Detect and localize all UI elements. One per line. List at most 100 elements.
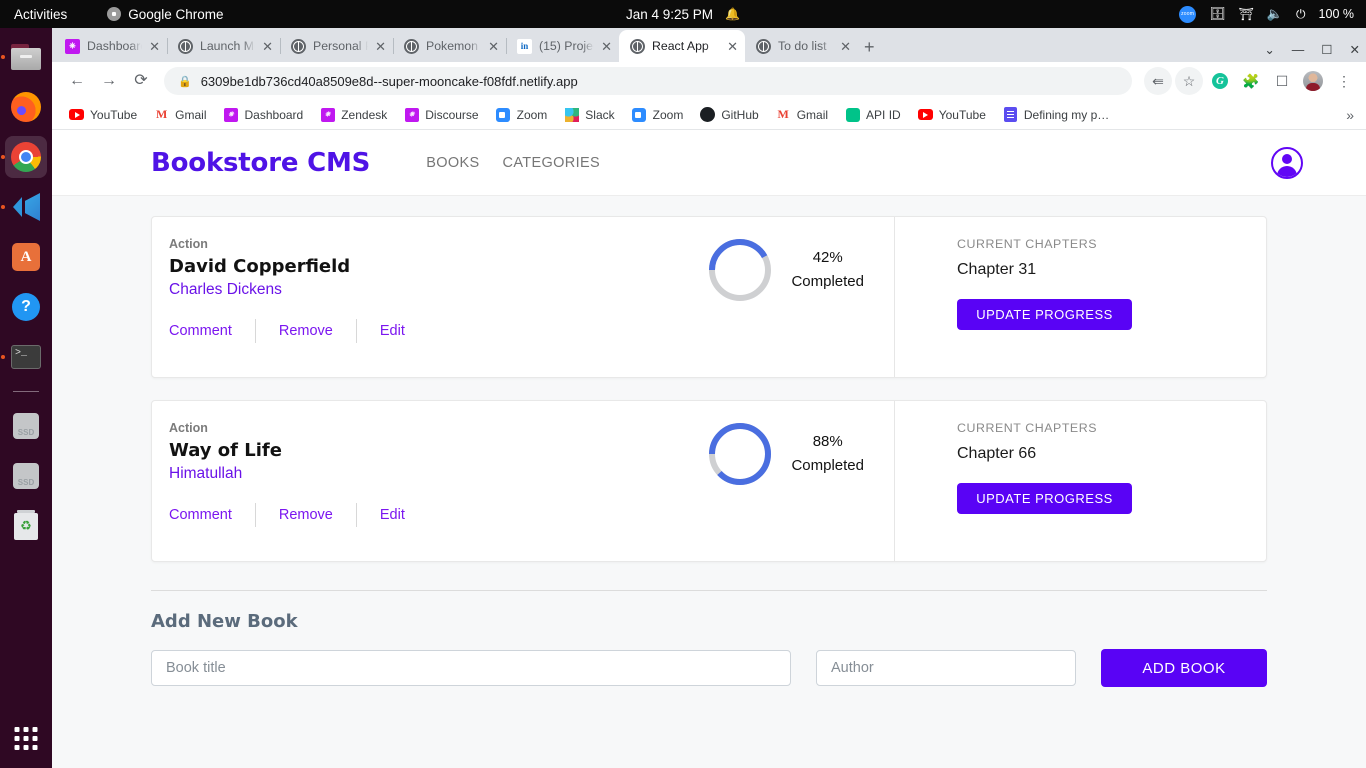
add-book-button[interactable]: ADD BOOK xyxy=(1101,649,1267,687)
add-new-book-heading: Add New Book xyxy=(151,611,298,632)
browser-tab-launch-meeting[interactable]: Launch Meeti ✕ xyxy=(167,30,281,62)
forward-icon[interactable]: → xyxy=(96,73,122,89)
bookmark-label: Zendesk xyxy=(341,107,388,122)
comment-button[interactable]: Comment xyxy=(169,323,255,339)
share-icon[interactable]: ⇚ xyxy=(1144,67,1172,95)
back-icon[interactable]: ← xyxy=(64,73,90,89)
address-bar[interactable]: 🔒 6309be1db736cd40a8509e8d--super-moonca… xyxy=(164,67,1132,95)
bookmarks-overflow-icon[interactable]: » xyxy=(1346,107,1358,123)
bookmark-dashboard[interactable]: ⎈ Dashboard xyxy=(217,104,311,125)
notifications-bell-icon[interactable]: 🔔 xyxy=(725,7,740,21)
bookmark-api-id[interactable]: API ID xyxy=(838,104,908,125)
browser-tab-dashboard[interactable]: ⎈ Dashboard ✕ xyxy=(54,30,168,62)
book-info: Action Way of Life Himatullah Comment Re… xyxy=(152,401,894,561)
bookmark-gmail[interactable]: M Gmail xyxy=(147,104,213,125)
book-title-input[interactable] xyxy=(151,650,791,686)
show-applications-button[interactable] xyxy=(14,727,38,750)
dock-item-vscode[interactable] xyxy=(1,186,47,228)
bookmark-zoom-2[interactable]: Zoom xyxy=(625,104,691,125)
close-icon[interactable]: ✕ xyxy=(149,40,160,53)
update-progress-button[interactable]: UPDATE PROGRESS xyxy=(957,483,1132,514)
dock-item-firefox[interactable] xyxy=(5,86,47,128)
edit-button[interactable]: Edit xyxy=(380,323,428,339)
close-window-button[interactable]: ✕ xyxy=(1350,42,1360,57)
bookmark-slack[interactable]: Slack xyxy=(557,104,621,125)
comment-button[interactable]: Comment xyxy=(169,507,255,523)
progress-text: 88% Completed xyxy=(791,430,864,478)
browser-tab-to-do-list[interactable]: To do list ✕ xyxy=(745,30,858,62)
chrome-icon xyxy=(107,7,122,21)
globe-icon xyxy=(291,38,306,54)
tab-search-chevron-icon[interactable]: ⌄ xyxy=(1264,42,1274,57)
edit-button[interactable]: Edit xyxy=(380,507,428,523)
bookmark-star-icon[interactable]: ☆ xyxy=(1175,67,1203,95)
remove-button[interactable]: Remove xyxy=(279,507,356,523)
action-divider xyxy=(355,503,357,527)
close-icon[interactable]: ✕ xyxy=(262,40,273,53)
extensions-puzzle-icon[interactable]: 🧩 xyxy=(1237,67,1265,95)
browser-tab-personal-portfolio[interactable]: Personal Port ✕ xyxy=(280,30,394,62)
battery-icon[interactable]: ⏻ xyxy=(1296,7,1306,22)
dock-item-ssd-1[interactable]: SSD xyxy=(5,405,47,447)
grammarly-icon[interactable]: G xyxy=(1206,67,1234,95)
ssd-drive-icon: SSD xyxy=(13,463,39,489)
screencast-icon[interactable]: 🗄 xyxy=(1209,6,1226,22)
close-icon[interactable]: ✕ xyxy=(727,40,738,53)
dock-item-ubuntu-software[interactable]: A xyxy=(5,236,47,278)
dock-item-chrome[interactable] xyxy=(1,136,47,178)
activities-button[interactable]: Activities xyxy=(14,7,67,22)
book-author-input[interactable] xyxy=(816,650,1076,686)
close-icon[interactable]: ✕ xyxy=(601,40,612,53)
app-brand[interactable]: Bookstore CMS xyxy=(151,148,370,178)
progress-text: 42% Completed xyxy=(791,246,864,294)
dock-item-help[interactable]: ? xyxy=(5,286,47,328)
dock-item-ssd-2[interactable]: SSD xyxy=(5,455,47,497)
network-icon[interactable]: ⛩ xyxy=(1239,7,1254,21)
dock-item-files[interactable] xyxy=(1,36,47,78)
bookmarks-bar: YouTube M Gmail ⎈ Dashboard ⎈ Zendesk ⎈ … xyxy=(52,100,1366,130)
vscode-icon xyxy=(11,193,41,221)
chrome-menu-icon[interactable]: ⋮ xyxy=(1330,67,1358,95)
dock-item-terminal[interactable]: >_ xyxy=(1,336,47,378)
bookmark-label: Gmail xyxy=(796,107,829,122)
reload-icon[interactable]: ⟳ xyxy=(128,73,154,89)
nav-link-books[interactable]: BOOKS xyxy=(426,155,479,171)
toolbar-actions: ⇚ ☆ G 🧩 ☐ ⋮ xyxy=(1144,67,1358,95)
system-tray: zoom 🗄 ⛩ 🔈 ⏻ 100 % xyxy=(1179,5,1354,23)
bookmark-defining-my-p[interactable]: Defining my p… xyxy=(996,104,1116,125)
focused-app-indicator[interactable]: Google Chrome xyxy=(107,7,224,22)
bookmark-gmail-2[interactable]: M Gmail xyxy=(769,104,835,125)
dock-separator xyxy=(13,391,39,392)
close-icon[interactable]: ✕ xyxy=(375,40,386,53)
book-chapter-panel: CURRENT CHAPTERS Chapter 66 UPDATE PROGR… xyxy=(894,401,1266,561)
zoom-tray-icon[interactable]: zoom xyxy=(1179,5,1197,23)
minimize-button[interactable]: — xyxy=(1292,43,1305,57)
close-icon[interactable]: ✕ xyxy=(840,40,851,53)
bookmark-zoom-1[interactable]: Zoom xyxy=(489,104,555,125)
browser-tab-projects[interactable]: in (15) Projects ✕ xyxy=(506,30,619,62)
nav-link-categories[interactable]: CATEGORIES xyxy=(503,155,601,171)
bookmark-label: Zoom xyxy=(516,107,548,122)
remove-button[interactable]: Remove xyxy=(279,323,356,339)
side-panel-icon[interactable]: ☐ xyxy=(1268,67,1296,95)
bookmark-youtube-2[interactable]: YouTube xyxy=(911,104,993,125)
profile-avatar[interactable] xyxy=(1299,67,1327,95)
bookmark-zendesk[interactable]: ⎈ Zendesk xyxy=(313,104,394,125)
running-indicator xyxy=(1,205,5,209)
browser-tab-react-app[interactable]: React App ✕ xyxy=(619,30,745,62)
tab-title: Launch Meeti xyxy=(200,39,255,53)
close-icon[interactable]: ✕ xyxy=(488,40,499,53)
bookmark-youtube[interactable]: YouTube xyxy=(62,104,144,125)
volume-icon[interactable]: 🔈 xyxy=(1267,6,1283,22)
bookmark-github[interactable]: GitHub xyxy=(693,104,765,125)
bookmark-discourse[interactable]: ⎈ Discourse xyxy=(397,104,485,125)
browser-tab-pokemon[interactable]: Pokemon ✕ xyxy=(393,30,507,62)
maximize-button[interactable]: ☐ xyxy=(1321,42,1332,57)
new-tab-button[interactable]: + xyxy=(864,38,875,56)
update-progress-button[interactable]: UPDATE PROGRESS xyxy=(957,299,1132,330)
url-text: 6309be1db736cd40a8509e8d--super-mooncake… xyxy=(200,73,578,89)
avatar[interactable] xyxy=(1271,146,1303,179)
globe-icon xyxy=(178,38,193,54)
dock-item-trash[interactable]: ♻ xyxy=(5,505,47,547)
clock[interactable]: Jan 4 9:25 PM 🔔 xyxy=(626,7,740,22)
